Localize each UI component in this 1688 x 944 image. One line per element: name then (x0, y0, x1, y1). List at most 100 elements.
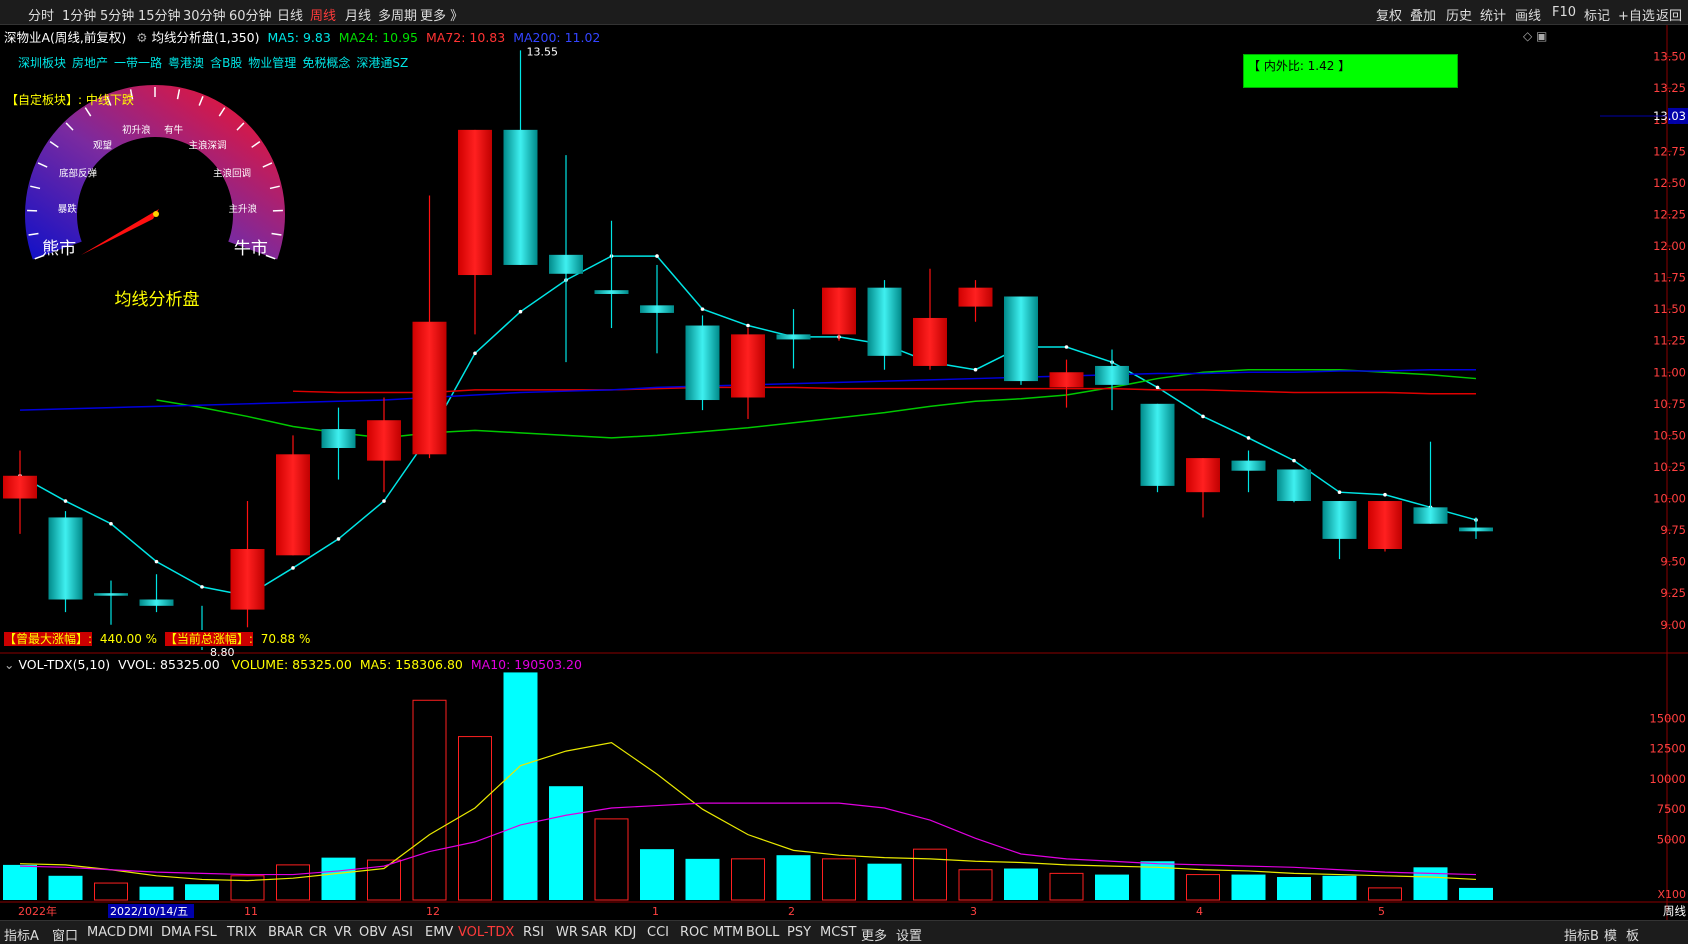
gauge-label-0: 熊市 (42, 239, 76, 259)
stock-title[interactable]: 深物业A(周线,前复权) (4, 30, 126, 45)
ma5-point-30 (1383, 493, 1387, 497)
ma5-point-21 (974, 368, 978, 372)
volume-bar-28 (1277, 877, 1311, 900)
gauge-label-5: 有牛 (164, 124, 184, 136)
indicator-tab-5[interactable]: FSL (194, 925, 217, 940)
indicator-tab-2[interactable]: MACD (87, 925, 126, 940)
indicator-tab-12[interactable]: EMV (425, 925, 453, 940)
volume-bar-32 (1459, 888, 1493, 900)
date-label-4: 1 (652, 905, 659, 918)
indicator-tab-17[interactable]: KDJ (614, 925, 636, 940)
max-rise-value: 440.00 % (100, 632, 157, 646)
ma5-point-6 (291, 566, 295, 570)
indicator-tab-18[interactable]: CCI (647, 925, 669, 940)
settings-icon[interactable]: ⚙ (136, 30, 147, 45)
volume-value: VOLUME: 85325.00 (232, 657, 352, 672)
sector-tag-3[interactable]: 粤港澳 (168, 56, 204, 70)
vol-ma10-value: MA10: 190503.20 (471, 657, 582, 672)
vol-toggle-icon[interactable]: ⌄ (4, 657, 14, 672)
volume-bar-3 (140, 887, 174, 900)
sector-tag-6[interactable]: 免税概念 (302, 56, 350, 70)
price-tick-label-6: 12.00 (1653, 239, 1686, 253)
gauge-needle-hub (153, 211, 159, 217)
volume-bar-0 (3, 865, 37, 900)
volume-bar-24 (1095, 875, 1129, 900)
gauge-label-2: 底部反弹 (59, 167, 98, 179)
indicator-tab-13[interactable]: VOL-TDX (458, 925, 514, 940)
bottom-right-button-1[interactable]: 模 (1604, 925, 1617, 944)
bottom-right-button-2[interactable]: 板 (1626, 925, 1639, 944)
indicator-tab-3[interactable]: DMI (128, 925, 153, 940)
indicator-name: 均线分析盘(1,350) (151, 30, 259, 45)
indicator-tab-20[interactable]: MTM (713, 925, 743, 940)
indicator-tab-14[interactable]: RSI (523, 925, 544, 940)
sector-tag-1[interactable]: 房地产 (72, 56, 108, 70)
candle-body-21 (959, 288, 993, 307)
date-label-2: 11 (244, 905, 258, 918)
indicator-tab-25[interactable]: 设置 (896, 925, 922, 944)
price-tick-label-7: 11.75 (1653, 271, 1686, 285)
ma200-value: MA200: 11.02 (513, 30, 600, 45)
indicator-tab-21[interactable]: BOLL (746, 925, 779, 940)
indicator-tab-15[interactable]: WR (556, 925, 578, 940)
price-tick-label-17: 9.25 (1660, 586, 1686, 600)
sector-tag-4[interactable]: 含B股 (210, 56, 242, 70)
candle-body-1 (49, 517, 83, 599)
indicator-tab-22[interactable]: PSY (787, 925, 811, 940)
candle-body-17 (777, 334, 811, 339)
gauge-label-8: 主升浪 (228, 203, 257, 215)
candle-body-6 (276, 454, 310, 555)
gauge-label-7: 主浪回调 (213, 167, 251, 179)
gauge-label-6: 主浪深调 (189, 139, 227, 151)
custom-block-label: 【自定板块】: 中线下跌 (6, 91, 134, 108)
indicator-tab-19[interactable]: ROC (680, 925, 708, 940)
price-tick-label-16: 9.50 (1660, 555, 1686, 569)
inner-outer-ratio-box: 【 内外比: 1.42 】 (1243, 54, 1458, 88)
price-tick-label-13: 10.25 (1653, 460, 1686, 474)
ma5-point-15 (701, 307, 705, 311)
sector-tag-5[interactable]: 物业管理 (248, 56, 296, 70)
indicator-tab-10[interactable]: OBV (359, 925, 387, 940)
ma5-point-2 (109, 522, 113, 526)
indicator-tab-0[interactable]: 指标A (4, 925, 39, 944)
volume-bar-4 (185, 884, 219, 900)
gauge-label-1: 暴跌 (58, 203, 78, 215)
sector-tag-2[interactable]: 一带一路 (114, 56, 162, 70)
candle-body-12 (549, 255, 583, 274)
indicator-tab-16[interactable]: SAR (581, 925, 607, 940)
ma5-point-7 (337, 537, 341, 541)
indicator-tab-8[interactable]: CR (309, 925, 327, 940)
ma24-value: MA24: 10.95 (339, 30, 418, 45)
price-tick-label-3: 12.75 (1653, 144, 1686, 158)
sector-tag-7[interactable]: 深港通SZ (356, 56, 408, 70)
bottom-right-button-0[interactable]: 指标B (1564, 925, 1599, 944)
candle-body-7 (322, 429, 356, 448)
indicator-tab-9[interactable]: VR (334, 925, 352, 940)
indicator-tab-1[interactable]: 窗口 (52, 925, 78, 944)
gauge-title: 均线分析盘 (115, 290, 200, 310)
candle-body-15 (686, 326, 720, 400)
volume-bar-31 (1414, 867, 1448, 900)
vol-indicator-name[interactable]: VOL-TDX(5,10) (18, 657, 110, 672)
ma72-value: MA72: 10.83 (426, 30, 505, 45)
indicator-tab-24[interactable]: 更多 (861, 925, 887, 944)
indicator-tab-11[interactable]: ASI (392, 925, 413, 940)
ma5-point-3 (155, 560, 159, 564)
price-tick-label-9: 11.25 (1653, 334, 1686, 348)
date-label-6: 3 (970, 905, 977, 918)
price-tick-label-0: 13.50 (1653, 50, 1686, 64)
volume-bar-17 (777, 855, 811, 900)
sector-tag-0[interactable]: 深圳板块 (18, 56, 66, 70)
indicator-tab-6[interactable]: TRIX (227, 925, 257, 940)
indicator-tab-4[interactable]: DMA (161, 925, 191, 940)
indicator-tab-23[interactable]: MCST (820, 925, 857, 940)
indicator-tab-7[interactable]: BRAR (268, 925, 303, 940)
vvol-value: VVOL: 85325.00 (118, 657, 220, 672)
diamond-icon[interactable]: ◇ ▣ (1523, 29, 1547, 43)
candle-body-14 (640, 305, 674, 313)
volume-bar-11 (504, 672, 538, 900)
ma5-point-28 (1292, 459, 1296, 463)
price-tick-label-4: 12.50 (1653, 176, 1686, 190)
volume-bar-12 (549, 786, 583, 900)
ma5-point-11 (519, 310, 523, 314)
